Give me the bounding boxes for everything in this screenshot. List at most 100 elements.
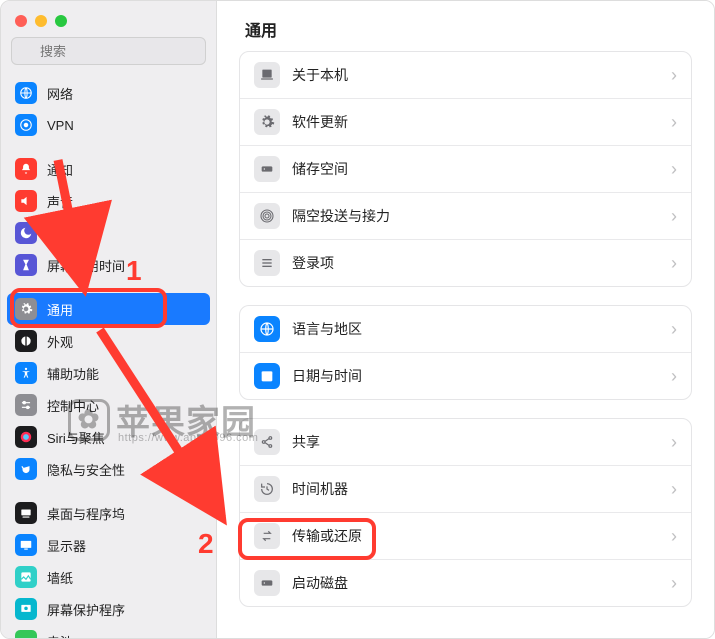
disk-icon <box>254 156 280 182</box>
settings-row-startup[interactable]: 启动磁盘 › <box>240 559 691 606</box>
chevron-right-icon: › <box>671 253 677 274</box>
sidebar-item-label: VPN <box>47 118 74 133</box>
settings-row-label: 共享 <box>292 432 659 452</box>
globe-icon <box>254 316 280 342</box>
settings-group: 共享 › 时间机器 › 传输或还原› 启动磁盘 › <box>239 418 692 607</box>
sidebar-item-screensaver[interactable]: 屏幕保护程序 <box>7 593 210 625</box>
accessibility-icon <box>15 362 37 384</box>
page-title: 通用 <box>217 1 714 51</box>
sidebar-item-general[interactable]: 通用 <box>7 293 210 325</box>
sidebar-item-label: 隐私与安全性 <box>47 460 125 479</box>
sidebar-item-label: 屏幕使用时间 <box>47 256 125 275</box>
hourglass-icon <box>15 254 37 276</box>
sidebar-item-label: 控制中心 <box>47 396 99 415</box>
moon-icon <box>15 222 37 244</box>
sidebar: 网络 VPN 通知声音专注模式屏幕使用时间通用外观辅助功能控制中心 Siri与聚焦隐私… <box>1 1 217 638</box>
disk-icon <box>254 570 280 596</box>
vpn-icon <box>15 114 37 136</box>
chevron-right-icon: › <box>671 432 677 453</box>
settings-row-label: 关于本机 <box>292 65 659 85</box>
transfer-icon <box>254 523 280 549</box>
sidebar-item-appearance[interactable]: 外观 <box>7 325 210 357</box>
minimize-window-button[interactable] <box>35 15 47 27</box>
sidebar-item-controlcenter[interactable]: 控制中心 <box>7 389 210 421</box>
sidebar-item-label: 墙纸 <box>47 568 73 587</box>
settings-row-label: 时间机器 <box>292 479 659 499</box>
settings-row-label: 登录项 <box>292 253 659 273</box>
clockback-icon <box>254 476 280 502</box>
hand-icon <box>15 458 37 480</box>
screensaver-icon <box>15 598 37 620</box>
sidebar-item-focus[interactable]: 专注模式 <box>7 217 210 249</box>
settings-row-label: 隔空投送与接力 <box>292 206 659 226</box>
sidebar-item-wallpaper[interactable]: 墙纸 <box>7 561 210 593</box>
display-icon <box>15 534 37 556</box>
sidebar-item-battery[interactable]: 电池 <box>7 625 210 638</box>
settings-row-timemachine[interactable]: 时间机器 › <box>240 465 691 512</box>
settings-row-storage[interactable]: 储存空间 › <box>240 145 691 192</box>
settings-row-label: 传输或还原 <box>292 526 659 546</box>
settings-row-language[interactable]: 语言与地区› <box>240 306 691 352</box>
settings-row-label: 启动磁盘 <box>292 573 659 593</box>
sidebar-item-dock[interactable]: 桌面与程序坞 <box>7 497 210 529</box>
settings-row-datetime[interactable]: 日期与时间 › <box>240 352 691 399</box>
sidebar-item-label: Siri与聚焦 <box>47 428 105 447</box>
sidebar-item-displays[interactable]: 显示器 <box>7 529 210 561</box>
sidebar-item-accessibility[interactable]: 辅助功能 <box>7 357 210 389</box>
main-pane: 通用 关于本机›软件更新›储存空间›隔空投送与接力›登录项›语言与地区›日期与时… <box>217 1 714 638</box>
close-window-button[interactable] <box>15 15 27 27</box>
globe-icon <box>15 82 37 104</box>
settings-row-airdrop[interactable]: 隔空投送与接力 › <box>240 192 691 239</box>
search-input[interactable] <box>11 37 206 65</box>
sidebar-item-label: 网络 <box>47 84 73 103</box>
sidebar-item-label: 辅助功能 <box>47 364 99 383</box>
chevron-right-icon: › <box>671 65 677 86</box>
list-icon <box>254 250 280 276</box>
chevron-right-icon: › <box>671 573 677 594</box>
sidebar-item-vpn[interactable]: VPN <box>7 109 210 141</box>
appearance-icon <box>15 330 37 352</box>
sidebar-item-label: 电池 <box>47 632 73 639</box>
sidebar-item-notifications[interactable]: 通知 <box>7 153 210 185</box>
gear-icon <box>254 109 280 135</box>
bell-icon <box>15 158 37 180</box>
settings-row-sharing[interactable]: 共享 › <box>240 419 691 465</box>
settings-group: 语言与地区› 日期与时间 › <box>239 305 692 400</box>
settings-row-label: 储存空间 <box>292 159 659 179</box>
sidebar-item-network[interactable]: 网络 <box>7 77 210 109</box>
chevron-right-icon: › <box>671 112 677 133</box>
switches-icon <box>15 394 37 416</box>
window-controls <box>1 1 216 37</box>
sidebar-item-screentime[interactable]: 屏幕使用时间 <box>7 249 210 281</box>
settings-row-update[interactable]: 软件更新 › <box>240 98 691 145</box>
main-content[interactable]: 关于本机›软件更新›储存空间›隔空投送与接力›登录项›语言与地区›日期与时间›共… <box>217 51 714 638</box>
settings-row-label: 软件更新 <box>292 112 659 132</box>
sidebar-item-label: 声音 <box>47 192 73 211</box>
settings-row-label: 日期与时间 <box>292 366 659 386</box>
airdrop-icon <box>254 203 280 229</box>
sidebar-item-label: 通知 <box>47 160 73 179</box>
chevron-right-icon: › <box>671 159 677 180</box>
chevron-right-icon: › <box>671 479 677 500</box>
zoom-window-button[interactable] <box>55 15 67 27</box>
sidebar-item-label: 专注模式 <box>47 224 99 243</box>
speaker-icon <box>15 190 37 212</box>
wallpaper-icon <box>15 566 37 588</box>
sidebar-item-siri[interactable]: Siri与聚焦 <box>7 421 210 453</box>
chevron-right-icon: › <box>671 366 677 387</box>
sidebar-list[interactable]: 网络 VPN 通知声音专注模式屏幕使用时间通用外观辅助功能控制中心 Siri与聚焦隐私… <box>1 73 216 638</box>
settings-row-label: 语言与地区 <box>292 319 659 339</box>
calendar-icon <box>254 363 280 389</box>
sidebar-item-label: 显示器 <box>47 536 86 555</box>
chevron-right-icon: › <box>671 206 677 227</box>
sidebar-item-sound[interactable]: 声音 <box>7 185 210 217</box>
sidebar-item-label: 通用 <box>47 300 73 319</box>
settings-row-login[interactable]: 登录项 › <box>240 239 691 286</box>
settings-row-transfer[interactable]: 传输或还原› <box>240 512 691 559</box>
share-icon <box>254 429 280 455</box>
settings-row-about[interactable]: 关于本机 › <box>240 52 691 98</box>
settings-group: 关于本机 › 软件更新 › 储存空间 › 隔空投送与接力 › 登录项 › <box>239 51 692 287</box>
gear-icon <box>15 298 37 320</box>
sidebar-item-privacy[interactable]: 隐私与安全性 <box>7 453 210 485</box>
battery-icon <box>15 630 37 638</box>
